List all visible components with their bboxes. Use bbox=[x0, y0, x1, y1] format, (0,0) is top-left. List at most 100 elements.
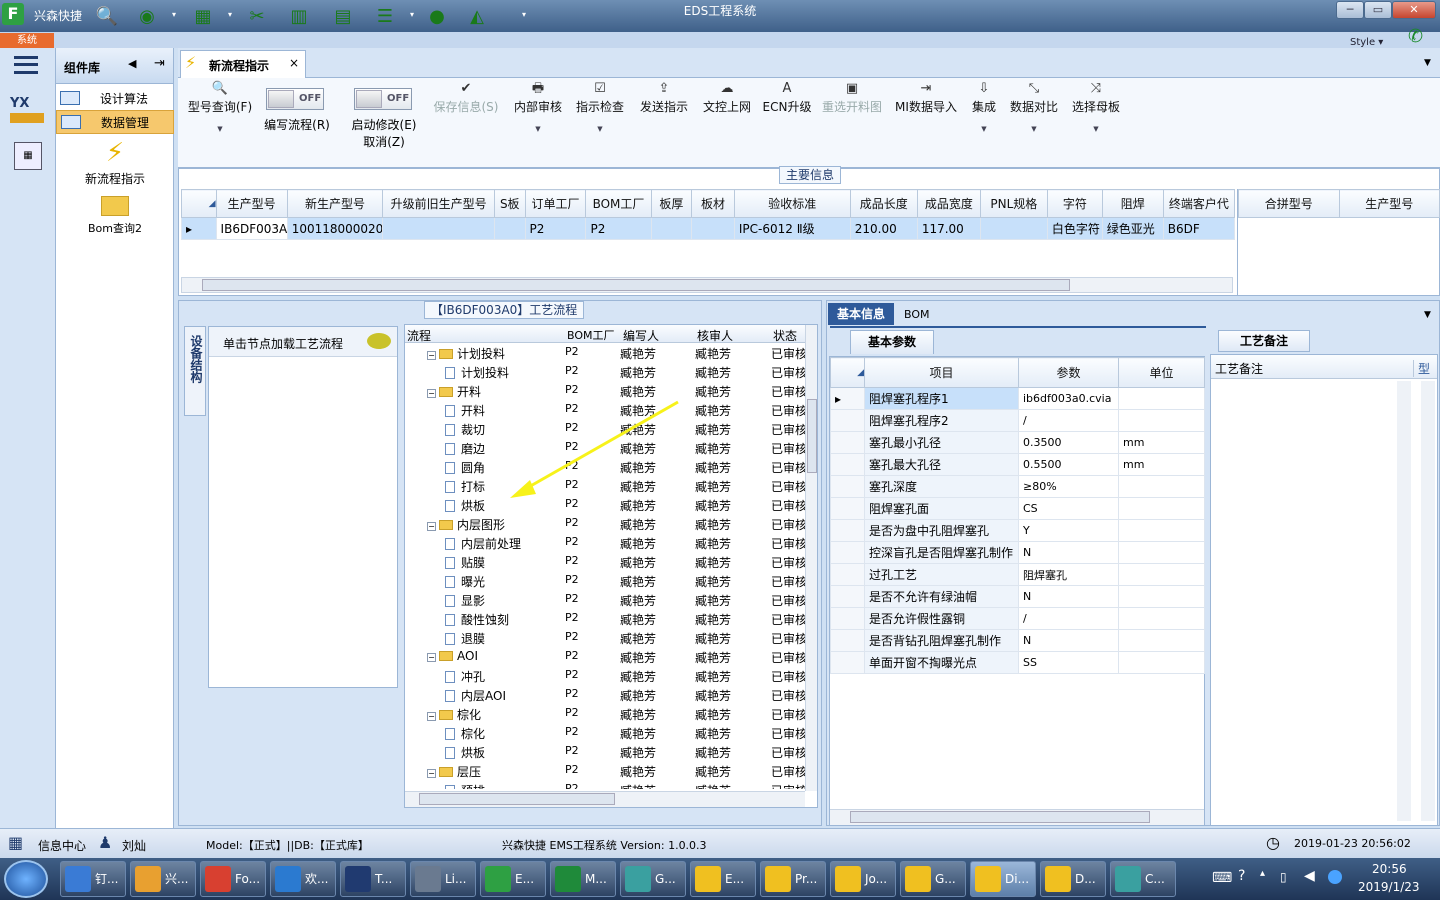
speaker-icon[interactable]: ◀ bbox=[1304, 868, 1315, 884]
list-icon[interactable]: ☰ bbox=[372, 4, 398, 28]
taskbar-item[interactable]: E... bbox=[690, 861, 756, 897]
table-cell[interactable]: P2 bbox=[524, 217, 587, 240]
col-header[interactable]: 终端客户代 bbox=[1162, 189, 1236, 218]
send-instruction-button[interactable]: ⇪ 发送指示 bbox=[636, 80, 692, 115]
tree-row[interactable]: − AOI P2 臧艳芳 臧艳芳 已审核 bbox=[405, 647, 805, 666]
maximize-button[interactable]: ▭ bbox=[1364, 1, 1392, 19]
close-button[interactable]: ✕ bbox=[1392, 1, 1436, 19]
param-value-cell[interactable]: 0.5500 bbox=[1018, 453, 1119, 476]
tree-row[interactable]: 酸性蚀刻 P2 臧艳芳 臧艳芳 已审核 bbox=[405, 609, 805, 628]
param-item-cell[interactable]: 塞孔最大孔径 bbox=[864, 453, 1019, 476]
taskbar-item[interactable]: G... bbox=[900, 861, 966, 897]
chevron-down-icon[interactable]: ▾ bbox=[228, 10, 232, 19]
tab-list-dropdown-icon[interactable]: ▼ bbox=[1424, 310, 1431, 320]
table-row[interactable]: 阻焊塞孔面 CS bbox=[830, 497, 1205, 520]
network-icon[interactable]: ▯ bbox=[1280, 870, 1287, 884]
param-unit-cell[interactable] bbox=[1118, 651, 1205, 674]
param-value-cell[interactable]: CS bbox=[1018, 497, 1119, 520]
tree-row[interactable]: − 计划投料 P2 臧艳芳 臧艳芳 已审核 bbox=[405, 343, 805, 362]
param-item-cell[interactable]: 是否允许假性露铜 bbox=[864, 607, 1019, 630]
param-unit-cell[interactable] bbox=[1118, 497, 1205, 520]
data-compare-button[interactable]: ⤡ 数据对比 ▼ bbox=[1008, 80, 1060, 133]
taskbar-item[interactable]: Pr... bbox=[760, 861, 826, 897]
param-value-cell[interactable]: 0.3500 bbox=[1018, 431, 1119, 454]
clipboard-icon[interactable]: ▤ bbox=[330, 4, 356, 28]
windows-grid-icon[interactable]: ▦ bbox=[8, 833, 28, 853]
tab-basic-params[interactable]: 基本参数 bbox=[850, 330, 934, 354]
new-process-instruction-item[interactable]: ⚡ 新流程指示 bbox=[56, 138, 174, 187]
collapse-icon[interactable]: − bbox=[427, 389, 436, 398]
tree-row[interactable]: 退膜 P2 臧艳芳 臧艳芳 已审核 bbox=[405, 628, 805, 647]
col-header[interactable]: 单位 bbox=[1118, 357, 1205, 388]
reselect-cutting-diagram-button[interactable]: ▣ 重选开料图 bbox=[818, 80, 886, 115]
col-header[interactable]: 成品宽度 bbox=[916, 189, 981, 218]
table-cell[interactable]: IB6DF003A0 bbox=[215, 217, 288, 240]
param-unit-cell[interactable]: mm bbox=[1118, 431, 1205, 454]
collapse-icon[interactable]: − bbox=[427, 653, 436, 662]
param-item-cell[interactable]: 阻焊塞孔程序2 bbox=[864, 409, 1019, 432]
param-item-cell[interactable]: 控深盲孔是否阻焊塞孔制作 bbox=[864, 541, 1019, 564]
mi-data-import-button[interactable]: ⇥ MI数据导入 bbox=[892, 80, 960, 115]
param-unit-cell[interactable] bbox=[1118, 541, 1205, 564]
col-header[interactable]: 流程 bbox=[407, 327, 431, 344]
param-value-cell[interactable]: SS bbox=[1018, 651, 1119, 674]
col-header[interactable]: 核审人 bbox=[697, 327, 733, 344]
param-item-cell[interactable]: 单面开窗不掏曝光点 bbox=[864, 651, 1019, 674]
table-row[interactable]: 单面开窗不掏曝光点 SS bbox=[830, 651, 1205, 674]
table-row[interactable]: 控深盲孔是否阻焊塞孔制作 N bbox=[830, 541, 1205, 564]
col-header[interactable]: PNL规格 bbox=[979, 189, 1048, 218]
table-cell[interactable] bbox=[494, 217, 526, 240]
taskbar-item[interactable]: E... bbox=[480, 861, 546, 897]
pin-icon[interactable]: ⇥ bbox=[154, 56, 165, 71]
table-cell[interactable]: 10011800002082 bbox=[286, 217, 384, 240]
table-row[interactable]: 塞孔最小孔径 0.3500 mm bbox=[830, 431, 1205, 454]
tree-row[interactable]: 计划投料 P2 臧艳芳 臧艳芳 已审核 bbox=[405, 362, 805, 381]
taskbar-item[interactable]: Di... bbox=[970, 861, 1036, 897]
main-info-horizontal-scrollbar[interactable] bbox=[181, 277, 1233, 293]
param-item-cell[interactable]: 是否背钻孔阻焊塞孔制作 bbox=[864, 629, 1019, 652]
tree-horizontal-scrollbar[interactable] bbox=[405, 791, 805, 807]
collapse-left-icon[interactable]: ◀ bbox=[128, 57, 136, 70]
notes-vertical-scrollbar[interactable] bbox=[1397, 381, 1411, 821]
system-tab[interactable]: 系统 bbox=[0, 33, 54, 48]
tab-process-notes[interactable]: 工艺备注 bbox=[1218, 330, 1310, 352]
tab-new-process-instruction[interactable]: ⚡ 新流程指示 × bbox=[180, 50, 306, 79]
table-cell[interactable]: 绿色亚光 bbox=[1101, 217, 1164, 240]
taskbar-item[interactable]: Li... bbox=[410, 861, 476, 897]
table-row[interactable]: 塞孔最大孔径 0.5500 mm bbox=[830, 453, 1205, 476]
col-header[interactable]: BOM工厂 bbox=[585, 189, 652, 218]
param-unit-cell[interactable] bbox=[1118, 563, 1205, 586]
film-icon[interactable]: ▥ bbox=[286, 4, 312, 28]
col-header[interactable]: 验收标准 bbox=[733, 189, 851, 218]
grid-icon[interactable]: ▦ bbox=[190, 4, 216, 28]
tab-basic-info[interactable]: 基本信息 bbox=[828, 303, 894, 325]
instruction-check-button[interactable]: ☑ 指示检查 ▼ bbox=[572, 80, 628, 133]
doc-control-online-button[interactable]: ☁ 文控上网 bbox=[698, 80, 756, 115]
internal-review-button[interactable]: 🖶 内部审核 ▼ bbox=[510, 80, 566, 133]
style-dropdown[interactable]: Style ▾ bbox=[1350, 37, 1383, 48]
chevron-down-icon[interactable]: ▾ bbox=[172, 10, 176, 19]
globe-icon[interactable]: ◉ bbox=[134, 4, 160, 28]
save-info-button[interactable]: ✔ 保存信息(S) bbox=[430, 80, 502, 115]
param-item-cell[interactable]: 是否不允许有绿油帽 bbox=[864, 585, 1019, 608]
col-header[interactable]: 生产型号 bbox=[1338, 189, 1440, 218]
table-cell[interactable]: B6DF bbox=[1162, 217, 1236, 240]
col-header[interactable]: 订单工厂 bbox=[524, 189, 587, 218]
tree-row[interactable]: − 层压 P2 臧艳芳 臧艳芳 已审核 bbox=[405, 761, 805, 780]
param-unit-cell[interactable] bbox=[1118, 387, 1205, 410]
param-value-cell[interactable]: N bbox=[1018, 585, 1119, 608]
user-icon[interactable]: ● bbox=[424, 4, 450, 28]
collapse-icon[interactable]: − bbox=[427, 769, 436, 778]
table-cell[interactable] bbox=[382, 217, 496, 240]
table-row[interactable]: 是否背钻孔阻焊塞孔制作 N bbox=[830, 629, 1205, 652]
table-row[interactable]: ▸ 阻焊塞孔程序1 ib6df003a0.cvia bbox=[830, 387, 1205, 410]
params-horizontal-scrollbar[interactable] bbox=[830, 809, 1204, 825]
calculator-icon[interactable]: ▦ bbox=[14, 142, 42, 170]
tray-app-icon[interactable] bbox=[1328, 870, 1342, 884]
param-unit-cell[interactable] bbox=[1118, 629, 1205, 652]
row-selector-header[interactable]: ◢ bbox=[181, 189, 217, 218]
select-motherboard-button[interactable]: ⤨ 选择母板 ▼ bbox=[1070, 80, 1122, 133]
taskbar-item[interactable]: C... bbox=[1110, 861, 1176, 897]
info-center-link[interactable]: 信息中心 bbox=[38, 837, 86, 854]
col-header[interactable]: 生产型号 bbox=[215, 189, 288, 218]
